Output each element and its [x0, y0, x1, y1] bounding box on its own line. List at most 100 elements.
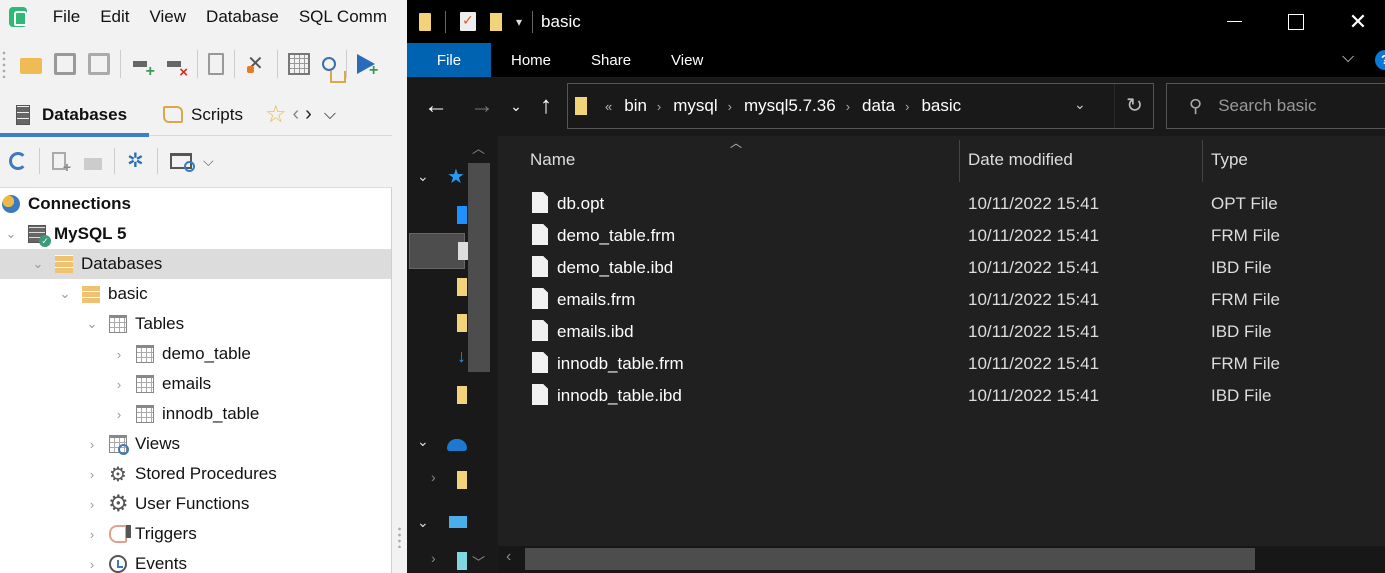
new-connection-icon[interactable]	[131, 53, 155, 81]
help-icon[interactable]: ?	[1375, 50, 1385, 70]
refresh-button[interactable]: ↻	[1114, 84, 1154, 128]
breadcrumb-chevron-icon[interactable]: ›	[905, 99, 909, 114]
column-separator[interactable]	[959, 140, 960, 182]
file-row[interactable]: db.opt 10/11/2022 15:41 OPT File	[498, 188, 1385, 220]
chevron-down-icon[interactable]: ⌄	[31, 256, 45, 272]
scheduler-icon[interactable]	[322, 57, 346, 83]
ribbon-tab-share[interactable]: Share	[571, 43, 651, 77]
quick-access-dropdown-icon[interactable]: ▾	[516, 15, 522, 29]
tree-item[interactable]: › innodb_table	[0, 399, 391, 429]
expand-ribbon-chevron-icon[interactable]: ⌵	[1342, 49, 1354, 67]
new-query-icon[interactable]	[208, 53, 224, 75]
search-box[interactable]: ⚲	[1166, 83, 1385, 129]
chevron-down-icon[interactable]: ⌄	[58, 286, 72, 302]
refresh-icon[interactable]	[9, 152, 27, 170]
add-folder-icon[interactable]	[84, 157, 102, 170]
menu-database[interactable]: Database	[206, 7, 279, 27]
properties-icon[interactable]	[460, 12, 476, 31]
menu-edit[interactable]: Edit	[100, 7, 129, 27]
tree-item[interactable]: ⌄ Databases	[0, 249, 391, 279]
breadcrumb-segment[interactable]: mysql	[673, 96, 717, 116]
tree-item[interactable]: › Views	[0, 429, 391, 459]
address-history-chevron-icon[interactable]: ⌄	[1074, 96, 1086, 113]
column-separator[interactable]	[1202, 140, 1203, 182]
chevron-right-icon[interactable]: ›	[431, 469, 436, 485]
breadcrumb-chevron-icon[interactable]: ›	[846, 99, 850, 114]
chevron-right-icon[interactable]: ›	[112, 407, 126, 422]
favorites-star-icon[interactable]: ☆	[265, 100, 287, 129]
toolbar-grip[interactable]	[2, 50, 6, 78]
file-row[interactable]: emails.ibd 10/11/2022 15:41 IBD File	[498, 316, 1385, 348]
file-row[interactable]: innodb_table.ibd 10/11/2022 15:41 IBD File	[498, 380, 1385, 412]
close-button[interactable]: ✕	[1327, 0, 1385, 43]
open-folder-icon[interactable]	[20, 58, 42, 74]
filter-chevron-down-icon[interactable]: ⌵	[203, 153, 214, 170]
breadcrumb-segment[interactable]: bin	[624, 96, 647, 116]
chevron-right-icon[interactable]: ›	[85, 527, 99, 542]
search-input[interactable]	[1218, 96, 1385, 116]
breadcrumb-segment[interactable]: mysql5.7.36	[744, 96, 836, 116]
chevron-down-icon[interactable]: ⌄	[417, 168, 429, 185]
tab-databases[interactable]: Databases	[0, 96, 149, 134]
column-header-type[interactable]: Type	[1211, 136, 1248, 184]
splitter-grip[interactable]	[398, 526, 401, 548]
maximize-button[interactable]	[1265, 0, 1327, 43]
scroll-up-icon[interactable]: ︿	[472, 138, 485, 157]
tree-item[interactable]: ⌄ Tables	[0, 309, 391, 339]
horizontal-scroll-thumb[interactable]	[525, 548, 1255, 570]
nav-pane-scroll-thumb[interactable]	[468, 163, 490, 372]
tree-item[interactable]: › demo_table	[0, 339, 391, 369]
tab-scripts[interactable]: Scripts	[149, 96, 257, 134]
breadcrumb-segment[interactable]: data	[862, 96, 895, 116]
chevron-right-icon[interactable]: ›	[112, 347, 126, 362]
save-all-icon[interactable]	[88, 53, 110, 75]
ribbon-tab-view[interactable]: View	[651, 43, 723, 77]
column-header-date-modified[interactable]: Date modified	[968, 136, 1073, 184]
recent-locations-chevron-icon[interactable]: ⌄	[501, 91, 531, 121]
scroll-down-icon[interactable]: ﹀	[472, 552, 485, 571]
horizontal-scrollbar[interactable]: ‹	[498, 546, 1385, 573]
address-bar[interactable]: « bin › mysql › mysql5.7.36 › data › basic ⌄ ↻	[567, 83, 1154, 129]
minimize-button[interactable]	[1203, 0, 1265, 43]
menu-sql-commander[interactable]: SQL Comm	[299, 7, 387, 27]
chevron-down-icon[interactable]: ⌄	[417, 514, 429, 531]
chevron-right-icon[interactable]: ›	[85, 437, 99, 452]
tree-item[interactable]: ⌄ MySQL 5	[0, 219, 391, 249]
scheduler-table-icon[interactable]	[288, 53, 310, 75]
ribbon-tab-home[interactable]: Home	[491, 43, 571, 77]
chevron-down-icon[interactable]: ⌄	[85, 316, 99, 332]
chevron-right-icon[interactable]: ›	[85, 467, 99, 482]
tree-item[interactable]: Connections	[0, 189, 391, 219]
chevron-down-icon[interactable]: ⌄	[4, 226, 18, 242]
chevron-right-icon[interactable]: ›	[85, 557, 99, 572]
nav-documents[interactable]	[409, 233, 468, 269]
address-overflow[interactable]: «	[605, 99, 612, 114]
tree-item[interactable]: › Stored Procedures	[0, 459, 391, 489]
tree-item[interactable]: › User Functions	[0, 489, 391, 519]
menu-file[interactable]: File	[53, 7, 80, 27]
filter-icon[interactable]	[170, 153, 195, 172]
disconnect-icon[interactable]	[165, 53, 188, 81]
chevron-right-icon[interactable]: ›	[85, 497, 99, 512]
tree-item[interactable]: ⌄ basic	[0, 279, 391, 309]
breadcrumb-segment[interactable]: basic	[921, 96, 961, 116]
chevron-right-icon[interactable]: ›	[112, 377, 126, 392]
save-icon[interactable]	[54, 53, 76, 75]
up-button[interactable]: ↑	[531, 91, 561, 121]
breadcrumb-chevron-icon[interactable]: ›	[728, 99, 732, 114]
add-table-icon[interactable]	[52, 152, 71, 175]
file-row[interactable]: innodb_table.frm 10/11/2022 15:41 FRM File	[498, 348, 1385, 380]
ribbon-tab-file[interactable]: File	[407, 43, 491, 77]
file-row[interactable]: emails.frm 10/11/2022 15:41 FRM File	[498, 284, 1385, 316]
panel-splitter[interactable]	[392, 0, 407, 573]
chevron-down-icon[interactable]: ⌄	[417, 433, 429, 450]
new-folder-icon[interactable]	[490, 12, 502, 31]
menu-view[interactable]: View	[150, 7, 187, 27]
tab-scroll-left-icon[interactable]: ‹	[292, 103, 299, 126]
run-icon[interactable]	[357, 54, 378, 80]
tree-item[interactable]: › emails	[0, 369, 391, 399]
tools-icon[interactable]	[245, 51, 267, 76]
nav-pane-scrollbar[interactable]: ︿ ﹀	[468, 136, 490, 573]
tab-list-chevron-down-icon[interactable]: ⌵	[324, 106, 336, 124]
tab-scroll-right-icon[interactable]: ›	[305, 103, 312, 126]
